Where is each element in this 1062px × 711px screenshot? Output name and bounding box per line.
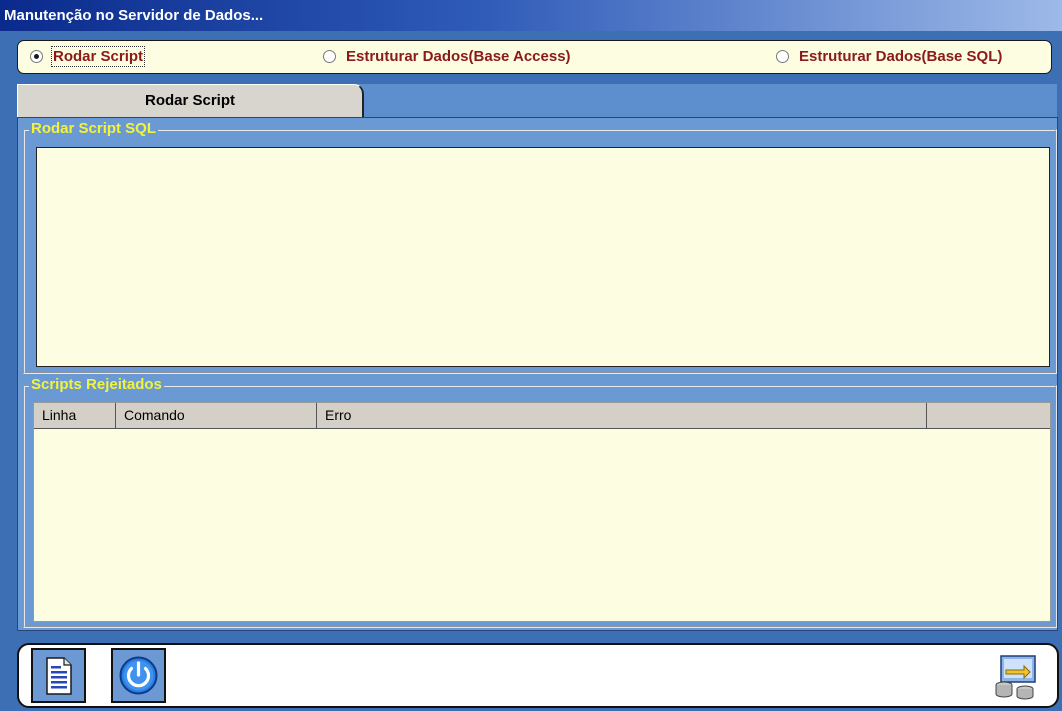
column-header-erro[interactable]: Erro [317, 403, 927, 429]
radio-checked-icon[interactable] [30, 49, 43, 63]
option-label: Estruturar Dados(Base SQL) [799, 48, 1003, 65]
option-label: Estruturar Dados(Base Access) [346, 48, 571, 65]
mode-options: Rodar Script Estruturar Dados(Base Acces… [17, 40, 1052, 74]
radio-icon[interactable] [323, 49, 336, 63]
option-label: Rodar Script [50, 46, 146, 67]
sql-script-input[interactable] [36, 147, 1050, 367]
power-button[interactable] [111, 648, 166, 703]
column-header-linha[interactable]: Linha [34, 403, 116, 429]
power-icon [113, 656, 164, 705]
column-header-comando[interactable]: Comando [116, 403, 317, 429]
group-legend: Rodar Script SQL [29, 120, 159, 138]
option-estruturar-sql[interactable]: Estruturar Dados(Base SQL) [776, 41, 1002, 73]
bottom-toolbar [17, 643, 1059, 708]
option-rodar-script[interactable]: Rodar Script [30, 41, 146, 73]
document-icon [33, 657, 84, 705]
group-legend: Scripts Rejeitados [29, 376, 164, 394]
option-estruturar-access[interactable]: Estruturar Dados(Base Access) [323, 41, 571, 73]
window-title: Manutenção no Servidor de Dados... [0, 0, 1062, 31]
document-button[interactable] [31, 648, 86, 703]
column-header-empty[interactable] [927, 403, 1050, 429]
radio-icon[interactable] [776, 49, 789, 63]
database-transfer-icon [990, 655, 1041, 705]
grid-header: Linha Comando Erro [34, 403, 1050, 429]
database-transfer-button[interactable] [988, 648, 1043, 703]
tab-rodar-script[interactable]: Rodar Script [17, 84, 364, 117]
rejected-scripts-grid[interactable]: Linha Comando Erro [33, 402, 1051, 622]
